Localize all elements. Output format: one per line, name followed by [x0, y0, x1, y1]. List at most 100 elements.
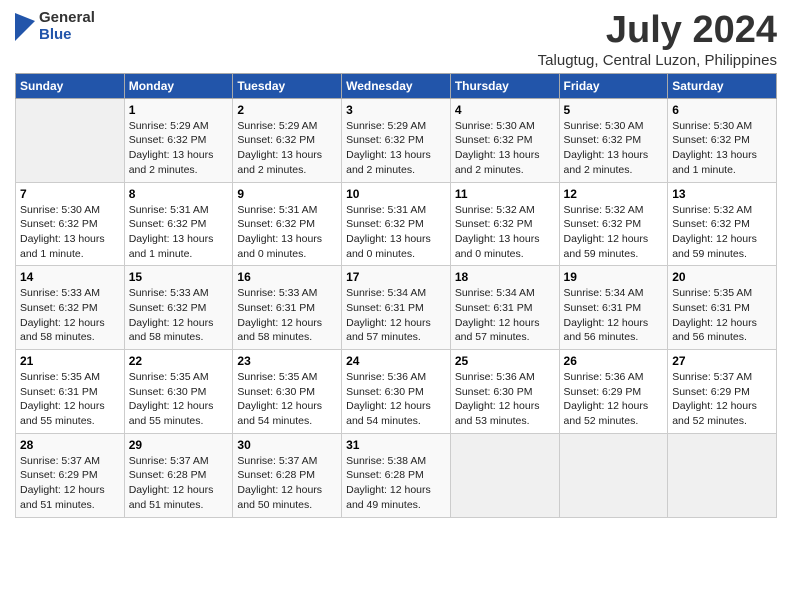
col-header-wednesday: Wednesday: [342, 73, 451, 98]
day-number: 19: [564, 270, 664, 284]
day-info: Sunrise: 5:34 AMSunset: 6:31 PMDaylight:…: [564, 286, 664, 345]
day-info: Sunrise: 5:31 AMSunset: 6:32 PMDaylight:…: [346, 203, 446, 262]
day-number: 11: [455, 187, 555, 201]
col-header-thursday: Thursday: [450, 73, 559, 98]
logo-icon: [15, 13, 35, 41]
calendar-cell: 11Sunrise: 5:32 AMSunset: 6:32 PMDayligh…: [450, 182, 559, 266]
day-number: 30: [237, 438, 337, 452]
calendar-table: SundayMondayTuesdayWednesdayThursdayFrid…: [15, 73, 777, 518]
day-info: Sunrise: 5:29 AMSunset: 6:32 PMDaylight:…: [346, 119, 446, 178]
day-info: Sunrise: 5:31 AMSunset: 6:32 PMDaylight:…: [129, 203, 229, 262]
calendar-cell: 23 Sunrise: 5:35 AMSunset: 6:30 PMDayligh…: [233, 350, 342, 434]
day-number: 29: [129, 438, 229, 452]
day-info: Sunrise: 5:33 AMSunset: 6:31 PMDaylight:…: [237, 286, 337, 345]
title-block: July 2024 Talugtug, Central Luzon, Phili…: [538, 10, 777, 69]
subtitle: Talugtug, Central Luzon, Philippines: [538, 52, 777, 69]
calendar-cell: 13Sunrise: 5:32 AMSunset: 6:32 PMDayligh…: [668, 182, 777, 266]
day-number: 3: [346, 103, 446, 117]
day-number: 12: [564, 187, 664, 201]
calendar-cell: 3 Sunrise: 5:29 AMSunset: 6:32 PMDaylight…: [342, 98, 451, 182]
week-row-5: 28 Sunrise: 5:37 AMSunset: 6:29 PMDayligh…: [16, 433, 777, 517]
day-info: Sunrise: 5:33 AMSunset: 6:32 PMDaylight:…: [129, 286, 229, 345]
calendar-cell: 7Sunrise: 5:30 AMSunset: 6:32 PMDaylight…: [16, 182, 125, 266]
calendar-cell: 17 Sunrise: 5:34 AMSunset: 6:31 PMDayligh…: [342, 266, 451, 350]
calendar-cell: 28 Sunrise: 5:37 AMSunset: 6:29 PMDayligh…: [16, 433, 125, 517]
calendar-cell: [450, 433, 559, 517]
day-info: Sunrise: 5:34 AMSunset: 6:31 PMDaylight:…: [455, 286, 555, 345]
calendar-cell: 9Sunrise: 5:31 AMSunset: 6:32 PMDaylight…: [233, 182, 342, 266]
calendar-cell: [16, 98, 125, 182]
day-info: Sunrise: 5:37 AMSunset: 6:29 PMDaylight:…: [672, 370, 772, 429]
day-number: 8: [129, 187, 229, 201]
day-number: 21: [20, 354, 120, 368]
day-number: 10: [346, 187, 446, 201]
day-info: Sunrise: 5:36 AMSunset: 6:29 PMDaylight:…: [564, 370, 664, 429]
calendar-cell: 10 Sunrise: 5:31 AMSunset: 6:32 PMDayligh…: [342, 182, 451, 266]
week-row-1: 1 Sunrise: 5:29 AMSunset: 6:32 PMDaylight…: [16, 98, 777, 182]
calendar-cell: 6Sunrise: 5:30 AMSunset: 6:32 PMDaylight…: [668, 98, 777, 182]
day-number: 26: [564, 354, 664, 368]
day-number: 4: [455, 103, 555, 117]
col-header-tuesday: Tuesday: [233, 73, 342, 98]
calendar-cell: 21 Sunrise: 5:35 AMSunset: 6:31 PMDayligh…: [16, 350, 125, 434]
day-number: 22: [129, 354, 229, 368]
calendar-cell: 19 Sunrise: 5:34 AMSunset: 6:31 PMDayligh…: [559, 266, 668, 350]
day-info: Sunrise: 5:38 AMSunset: 6:28 PMDaylight:…: [346, 454, 446, 513]
day-info: Sunrise: 5:33 AMSunset: 6:32 PMDaylight:…: [20, 286, 120, 345]
day-info: Sunrise: 5:35 AMSunset: 6:30 PMDaylight:…: [237, 370, 337, 429]
day-info: Sunrise: 5:34 AMSunset: 6:31 PMDaylight:…: [346, 286, 446, 345]
calendar-cell: 27 Sunrise: 5:37 AMSunset: 6:29 PMDayligh…: [668, 350, 777, 434]
day-number: 28: [20, 438, 120, 452]
calendar-cell: 12 Sunrise: 5:32 AMSunset: 6:32 PMDayligh…: [559, 182, 668, 266]
calendar-cell: 20Sunrise: 5:35 AMSunset: 6:31 PMDayligh…: [668, 266, 777, 350]
week-row-3: 14 Sunrise: 5:33 AMSunset: 6:32 PMDayligh…: [16, 266, 777, 350]
col-header-sunday: Sunday: [16, 73, 125, 98]
calendar-cell: 5 Sunrise: 5:30 AMSunset: 6:32 PMDaylight…: [559, 98, 668, 182]
day-number: 15: [129, 270, 229, 284]
calendar-cell: 15 Sunrise: 5:33 AMSunset: 6:32 PMDayligh…: [124, 266, 233, 350]
calendar-cell: 24Sunrise: 5:36 AMSunset: 6:30 PMDayligh…: [342, 350, 451, 434]
day-info: Sunrise: 5:35 AMSunset: 6:31 PMDaylight:…: [20, 370, 120, 429]
day-number: 9: [237, 187, 337, 201]
day-info: Sunrise: 5:35 AMSunset: 6:30 PMDaylight:…: [129, 370, 229, 429]
day-info: Sunrise: 5:36 AMSunset: 6:30 PMDaylight:…: [455, 370, 555, 429]
calendar-cell: 4 Sunrise: 5:30 AMSunset: 6:32 PMDaylight…: [450, 98, 559, 182]
logo-general: General: [39, 10, 95, 27]
calendar-cell: 8 Sunrise: 5:31 AMSunset: 6:32 PMDaylight…: [124, 182, 233, 266]
col-header-monday: Monday: [124, 73, 233, 98]
day-info: Sunrise: 5:30 AMSunset: 6:32 PMDaylight:…: [564, 119, 664, 178]
calendar-cell: 22 Sunrise: 5:35 AMSunset: 6:30 PMDayligh…: [124, 350, 233, 434]
day-number: 27: [672, 354, 772, 368]
calendar-cell: 14 Sunrise: 5:33 AMSunset: 6:32 PMDayligh…: [16, 266, 125, 350]
calendar-cell: 29Sunrise: 5:37 AMSunset: 6:28 PMDayligh…: [124, 433, 233, 517]
day-info: Sunrise: 5:29 AMSunset: 6:32 PMDaylight:…: [129, 119, 229, 178]
day-info: Sunrise: 5:36 AMSunset: 6:30 PMDaylight:…: [346, 370, 446, 429]
day-number: 20: [672, 270, 772, 284]
calendar-cell: 26 Sunrise: 5:36 AMSunset: 6:29 PMDayligh…: [559, 350, 668, 434]
day-info: Sunrise: 5:37 AMSunset: 6:28 PMDaylight:…: [237, 454, 337, 513]
col-header-saturday: Saturday: [668, 73, 777, 98]
week-row-4: 21 Sunrise: 5:35 AMSunset: 6:31 PMDayligh…: [16, 350, 777, 434]
day-number: 14: [20, 270, 120, 284]
calendar-cell: 1 Sunrise: 5:29 AMSunset: 6:32 PMDaylight…: [124, 98, 233, 182]
calendar-cell: 25Sunrise: 5:36 AMSunset: 6:30 PMDayligh…: [450, 350, 559, 434]
day-info: Sunrise: 5:30 AMSunset: 6:32 PMDaylight:…: [20, 203, 120, 262]
day-number: 23: [237, 354, 337, 368]
calendar-cell: 30 Sunrise: 5:37 AMSunset: 6:28 PMDayligh…: [233, 433, 342, 517]
calendar-cell: 2Sunrise: 5:29 AMSunset: 6:32 PMDaylight…: [233, 98, 342, 182]
day-number: 1: [129, 103, 229, 117]
main-title: July 2024: [538, 10, 777, 52]
day-info: Sunrise: 5:30 AMSunset: 6:32 PMDaylight:…: [455, 119, 555, 178]
day-info: Sunrise: 5:32 AMSunset: 6:32 PMDaylight:…: [564, 203, 664, 262]
week-row-2: 7Sunrise: 5:30 AMSunset: 6:32 PMDaylight…: [16, 182, 777, 266]
day-number: 5: [564, 103, 664, 117]
calendar-cell: 18Sunrise: 5:34 AMSunset: 6:31 PMDayligh…: [450, 266, 559, 350]
day-number: 31: [346, 438, 446, 452]
day-info: Sunrise: 5:30 AMSunset: 6:32 PMDaylight:…: [672, 119, 772, 178]
day-number: 17: [346, 270, 446, 284]
logo-text: General Blue: [39, 10, 95, 43]
day-info: Sunrise: 5:37 AMSunset: 6:29 PMDaylight:…: [20, 454, 120, 513]
day-number: 13: [672, 187, 772, 201]
logo: General Blue: [15, 10, 95, 43]
col-header-friday: Friday: [559, 73, 668, 98]
